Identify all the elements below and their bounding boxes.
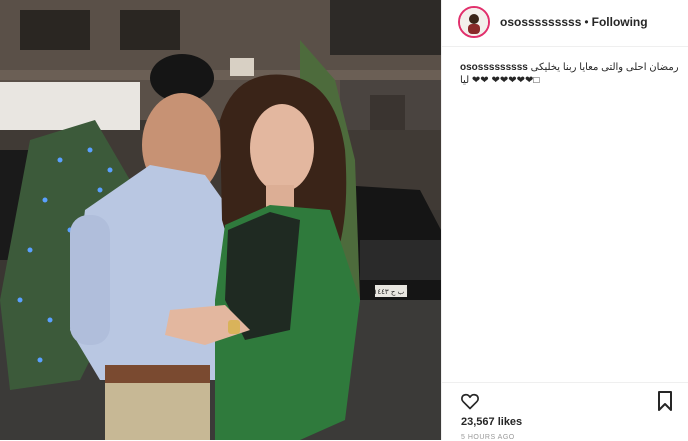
post-header: ososssssssss • Following [442, 0, 688, 47]
license-plate: أ ب ح ١٤٤٣ [374, 287, 409, 296]
avatar[interactable] [458, 6, 490, 38]
caption: ososssssssss رمضان احلى والتى معايا ربنا… [460, 61, 682, 87]
action-bar: 23,567 likes 5 HOURS AGO [442, 382, 688, 441]
username-row: ososssssssss • Following [500, 15, 648, 29]
like-button[interactable] [460, 391, 480, 411]
post-panel: ososssssssss • Following ososssssssss رمضا… [441, 0, 688, 441]
post-photo[interactable]: أ ب ح ١٤٤٣ [0, 0, 441, 440]
save-button[interactable] [657, 391, 673, 411]
username-link[interactable]: ososssssssss [500, 15, 581, 29]
caption-username[interactable]: ososssssssss [460, 62, 528, 73]
heart-outline-icon [461, 393, 479, 410]
following-button[interactable]: Following [592, 15, 648, 29]
photo-illustration: أ ب ح ١٤٤٣ [0, 0, 441, 440]
likes-count[interactable]: 23,567 likes [461, 416, 522, 428]
avatar-image [460, 8, 488, 36]
separator-dot: • [584, 15, 589, 29]
bookmark-icon [658, 391, 672, 411]
